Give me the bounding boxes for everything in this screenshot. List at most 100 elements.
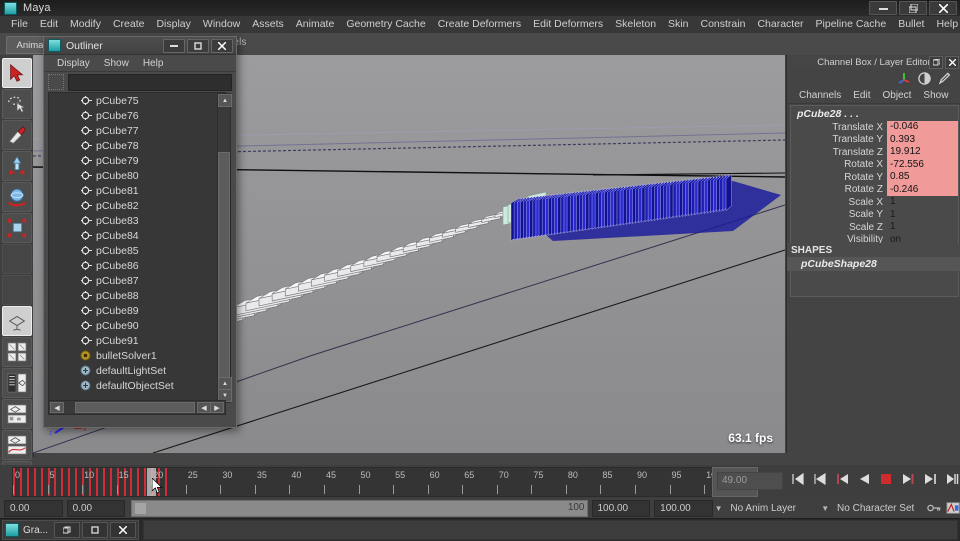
menu-item-create-deformers[interactable]: Create Deformers <box>432 16 527 33</box>
step-forward-frame-button[interactable] <box>922 471 938 487</box>
menu-item-create[interactable]: Create <box>107 16 151 33</box>
menu-item-pipeline-cache[interactable]: Pipeline Cache <box>810 16 893 33</box>
play-backwards-button[interactable] <box>856 471 872 487</box>
channelbox-menu-show[interactable]: Show <box>917 90 954 101</box>
channel-box-undock-button[interactable] <box>929 56 943 69</box>
current-frame-field[interactable]: 49.00 <box>717 472 783 490</box>
menu-item-file[interactable]: File <box>5 16 34 33</box>
range-left-handle[interactable] <box>134 502 147 515</box>
outliner-item-pcube89[interactable]: pCube89 <box>49 303 225 318</box>
taskbar-restore-button[interactable] <box>54 522 80 538</box>
four-view-layout[interactable] <box>2 337 32 367</box>
menu-item-assets[interactable]: Assets <box>246 16 290 33</box>
minimize-button[interactable] <box>869 1 897 15</box>
outliner-item-pcube83[interactable]: pCube83 <box>49 213 225 228</box>
outliner-window[interactable]: Outliner DisplayShowHelp pCube75pCube76p… <box>43 36 237 428</box>
channelbox-menu-object[interactable]: Object <box>877 90 918 101</box>
outliner-item-pcube78[interactable]: pCube78 <box>49 138 225 153</box>
scroll-right-arrow2-icon[interactable]: ▶ <box>210 402 224 413</box>
chevron-down-icon-2[interactable]: ▼ <box>819 501 831 516</box>
menu-item-edit-deformers[interactable]: Edit Deformers <box>527 16 609 33</box>
outliner-menu-help[interactable]: Help <box>136 58 171 69</box>
paint-select-tool[interactable] <box>2 120 32 150</box>
outliner-item-defaultobjectset[interactable]: defaultObjectSet <box>49 378 225 393</box>
auto-keyframe-icon[interactable] <box>946 501 960 515</box>
scale-tool[interactable] <box>2 213 32 243</box>
outliner-item-pcube85[interactable]: pCube85 <box>49 243 225 258</box>
channel-value-field[interactable]: -72.556 <box>887 159 958 172</box>
channel-value-field[interactable]: 0.85 <box>887 171 958 184</box>
outliner-persp-layout[interactable] <box>2 368 32 398</box>
menu-item-skeleton[interactable]: Skeleton <box>609 16 662 33</box>
go-to-end-button[interactable] <box>944 471 960 487</box>
outliner-scroll-thumb[interactable] <box>218 152 230 386</box>
channel-value-field[interactable]: 1 <box>887 209 958 222</box>
menu-item-constrain[interactable]: Constrain <box>694 16 751 33</box>
time-slider-track[interactable]: 0510152025303540455055606570758085909510… <box>12 467 714 497</box>
channel-box-close-button[interactable] <box>945 56 959 69</box>
play-forwards-button[interactable] <box>900 471 916 487</box>
range-end-field[interactable]: 0.00 <box>67 500 126 517</box>
rotate-tool[interactable] <box>2 182 32 212</box>
step-back-keyframe-button[interactable] <box>812 471 828 487</box>
taskbar-close-button[interactable] <box>110 522 136 538</box>
maximize-button[interactable] <box>899 1 927 15</box>
channel-value-field[interactable]: -0.046 <box>887 121 958 134</box>
taskbar-window-button[interactable]: Gra... <box>2 520 139 540</box>
channel-value-field[interactable]: 1 <box>887 221 958 234</box>
range-start-field[interactable]: 0.00 <box>4 500 63 517</box>
menu-item-animate[interactable]: Animate <box>290 16 341 33</box>
outliner-search-input[interactable] <box>68 74 232 91</box>
pencil-icon[interactable] <box>938 72 951 85</box>
outliner-item-pcube75[interactable]: pCube75 <box>49 93 225 108</box>
graph-editor-layout[interactable] <box>2 430 32 460</box>
outliner-minimize-button[interactable] <box>163 39 185 53</box>
scroll-left-arrow-icon[interactable]: ◀ <box>50 402 64 413</box>
outliner-item-pcube91[interactable]: pCube91 <box>49 333 225 348</box>
outliner-item-pcube84[interactable]: pCube84 <box>49 228 225 243</box>
anim-layer-selector[interactable]: No Anim Layer <box>724 501 819 516</box>
outliner-hscroll-thumb[interactable] <box>75 402 195 413</box>
outliner-menu-show[interactable]: Show <box>97 58 136 69</box>
outliner-item-pcube86[interactable]: pCube86 <box>49 258 225 273</box>
channel-value-field[interactable]: 1 <box>887 196 958 209</box>
blank-slot-1[interactable] <box>2 244 32 274</box>
menu-item-window[interactable]: Window <box>197 16 246 33</box>
outliner-item-pcube77[interactable]: pCube77 <box>49 123 225 138</box>
stop-button[interactable] <box>878 471 894 487</box>
outliner-item-pcube87[interactable]: pCube87 <box>49 273 225 288</box>
taskbar-maximize-button[interactable] <box>82 522 108 538</box>
outliner-item-pcube90[interactable]: pCube90 <box>49 318 225 333</box>
menu-item-modify[interactable]: Modify <box>64 16 107 33</box>
playback-start-field[interactable]: 100.00 <box>592 500 651 517</box>
outliner-menu-display[interactable]: Display <box>50 58 97 69</box>
outliner-item-bulletsolver1[interactable]: bulletSolver1 <box>49 348 225 363</box>
menu-item-help[interactable]: Help <box>930 16 960 33</box>
menu-item-character[interactable]: Character <box>751 16 809 33</box>
outliner-horizontal-scrollbar[interactable]: ◀ ◀ ▶ <box>48 400 226 415</box>
shape-node-name[interactable]: pCubeShape28 <box>787 257 960 271</box>
menu-item-geometry-cache[interactable]: Geometry Cache <box>340 16 431 33</box>
playback-end-field[interactable]: 100.00 <box>654 500 713 517</box>
channel-value-field[interactable]: 19.912 <box>887 146 958 159</box>
outliner-item-pcube76[interactable]: pCube76 <box>49 108 225 123</box>
half-circle-icon[interactable] <box>918 72 931 85</box>
channelbox-menu-edit[interactable]: Edit <box>847 90 876 101</box>
hypergraph-layout[interactable] <box>2 399 32 429</box>
menu-item-edit[interactable]: Edit <box>34 16 64 33</box>
chevron-down-icon-1[interactable]: ▼ <box>713 501 725 516</box>
lasso-select-tool[interactable] <box>2 89 32 119</box>
menu-item-display[interactable]: Display <box>150 16 196 33</box>
outliner-vertical-scrollbar[interactable]: ▲ ▲ ▼ <box>217 93 231 403</box>
filter-icon[interactable] <box>48 74 64 90</box>
outliner-item-defaultlightset[interactable]: defaultLightSet <box>49 363 225 378</box>
character-set-selector[interactable]: No Character Set <box>831 501 923 516</box>
move-tool[interactable] <box>2 151 32 181</box>
scroll-up-arrow-icon[interactable]: ▲ <box>218 94 232 107</box>
key-icon[interactable] <box>927 502 941 514</box>
single-perspective-layout[interactable] <box>2 306 32 336</box>
outliner-item-pcube82[interactable]: pCube82 <box>49 198 225 213</box>
channels-axis-icon[interactable] <box>897 71 911 85</box>
close-button[interactable] <box>929 1 957 15</box>
outliner-item-pcube81[interactable]: pCube81 <box>49 183 225 198</box>
